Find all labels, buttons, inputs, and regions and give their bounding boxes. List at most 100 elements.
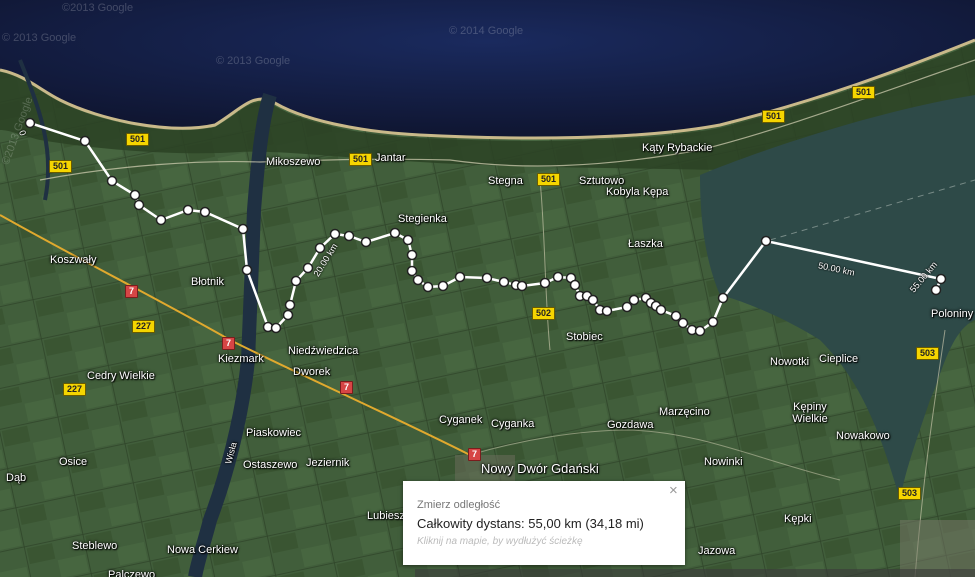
route-vertex-handle[interactable] [406,265,418,277]
measure-total-distance: Całkowity dystans: 55,00 km (34,18 mi) [417,516,644,531]
place-label: Błotnik [191,276,225,288]
place-label: Kępki [784,513,812,525]
road-shield: 227 [63,383,87,396]
route-vertex-handle[interactable] [329,228,341,240]
route-vertex-handle[interactable] [677,317,689,329]
road-shield: 501 [126,133,150,146]
copyright-watermark: © 2013 Google [216,55,291,67]
place-label: Nowinki [704,456,743,468]
place-label: Kiezmark [218,353,264,365]
road-shield: 501 [349,153,373,166]
place-label: Cieplice [819,353,859,365]
route-vertex-handle[interactable] [621,301,633,313]
place-label: Piaskowiec [246,427,302,439]
route-vertex-handle[interactable] [587,294,599,306]
route-vertex-handle[interactable] [270,322,282,334]
place-label: Kąty Rybackie [642,142,713,154]
place-label: Jantar [375,152,406,164]
route-vertex-handle[interactable] [655,304,667,316]
route-vertex-handle[interactable] [199,206,211,218]
place-label: Niedźwiedzica [288,345,359,357]
place-label: Cedry Wielkie [87,370,155,382]
route-vertex-handle[interactable] [569,279,581,291]
route-vertex-handle[interactable] [552,271,564,283]
route-vertex-handle[interactable] [133,199,145,211]
map-attribution-bar [415,569,975,577]
route-vertex-handle[interactable] [930,284,942,296]
route-vertex-handle[interactable] [422,281,434,293]
place-label: Marzęcino [659,406,710,418]
route-vertex-handle[interactable] [760,235,772,247]
route-vertex-handle[interactable] [454,271,466,283]
road-shield: 7 [125,285,139,298]
route-vertex-handle[interactable] [360,236,372,248]
place-label: Kobyla Kępa [606,186,669,198]
road-shield: 503 [916,347,940,360]
route-vertex-handle[interactable] [237,223,249,235]
route-vertex-handle[interactable] [707,316,719,328]
road-shield: 7 [340,381,354,394]
route-vertex-handle[interactable] [182,204,194,216]
route-vertex-handle[interactable] [402,234,414,246]
route-vertex-handle[interactable] [935,273,947,285]
route-vertex-handle[interactable] [670,310,682,322]
place-label: Koszwały [50,254,97,266]
place-label: Stegienka [398,213,447,225]
place-label: Kępiny Wielkie [792,401,828,425]
route-vertex-handle[interactable] [481,272,493,284]
route-vertex-handle[interactable] [717,292,729,304]
place-label: Stegna [488,175,523,187]
place-label: Nowakowo [836,430,890,442]
place-label: Dąb [6,472,27,484]
close-icon[interactable]: × [669,482,678,499]
copyright-watermark: ©2013 Google [62,2,134,14]
place-label: Cyganka [491,418,535,430]
route-vertex-handle[interactable] [539,277,551,289]
road-shield: 227 [132,320,156,333]
road-shield: 7 [468,448,482,461]
place-label: Łaszka [628,238,663,250]
route-vertex-handle[interactable] [694,325,706,337]
route-vertex-handle[interactable] [314,242,326,254]
measure-title: Zmierz odległość [417,499,501,511]
route-vertex-handle[interactable] [290,275,302,287]
place-label: Mikoszewo [266,156,321,168]
route-vertex-handle[interactable] [437,280,449,292]
route-vertex-handle[interactable] [106,175,118,187]
route-vertex-handle[interactable] [282,309,294,321]
place-label: Nowy Dwór Gdański [481,461,599,476]
place-label: Cyganek [439,414,483,426]
route-vertex-handle[interactable] [601,305,613,317]
route-vertex-handle[interactable] [241,264,253,276]
place-label: Poloniny [931,308,974,320]
place-label: Osice [59,456,88,468]
satellite-map[interactable]: Mikoszewo Jantar Kąty Rybackie Stegna Sztuto… [0,0,975,577]
route-vertex-handle[interactable] [412,274,424,286]
route-vertex-handle[interactable] [284,299,296,311]
measure-distance-panel: × Zmierz odległość Całkowity dystans: 55… [403,481,685,565]
route-vertex-handle[interactable] [129,189,141,201]
place-label: Palczewo [108,569,156,577]
road-shield: 501 [852,86,876,99]
road-shield: 7 [222,337,236,350]
place-label: Jeziernik [306,457,350,469]
copyright-watermark: © 2013 Google [2,32,77,44]
route-vertex-handle[interactable] [79,135,91,147]
road-shield: 501 [762,110,786,123]
place-label: Lubiesz [367,510,405,522]
route-vertex-handle[interactable] [155,214,167,226]
route-vertex-handle[interactable] [498,276,510,288]
place-label: Steblewo [72,540,118,552]
place-label: Dworek [293,366,331,378]
place-label: Jazowa [698,545,736,557]
road-shield: 503 [898,487,922,500]
route-vertex-handle[interactable] [389,227,401,239]
place-label: Nowotki [770,356,810,368]
road-shield: 501 [49,160,73,173]
route-vertex-handle[interactable] [628,294,640,306]
route-vertex-handle[interactable] [343,230,355,242]
road-shield: 501 [537,173,561,186]
place-label: Ostaszewo [243,459,298,471]
route-vertex-handle[interactable] [516,280,528,292]
route-vertex-handle[interactable] [406,249,418,261]
